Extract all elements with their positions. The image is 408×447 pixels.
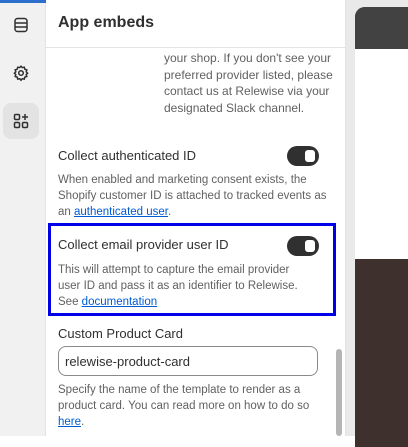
app-embeds-button[interactable]	[3, 103, 39, 139]
product-card-description: Specify the name of the template to rend…	[58, 382, 328, 430]
sections-icon	[14, 17, 28, 33]
auth-id-toggle[interactable]	[287, 146, 319, 166]
store-preview	[346, 0, 408, 447]
panel-scrollbar[interactable]	[336, 349, 342, 436]
app-embeds-panel: App embeds your shop. If you don't see y…	[46, 0, 346, 436]
preview-banner	[355, 259, 408, 447]
here-link[interactable]: here	[58, 416, 81, 428]
auth-id-desc-end: .	[168, 206, 172, 218]
sections-button[interactable]	[3, 7, 39, 43]
theme-settings-button[interactable]	[3, 55, 39, 91]
apps-icon	[13, 113, 29, 129]
panel-header-divider	[46, 47, 345, 48]
product-card-desc-end: .	[81, 416, 85, 428]
product-card-label: Custom Product Card	[58, 326, 183, 341]
product-card-input[interactable]	[58, 346, 318, 376]
highlight-box	[48, 223, 336, 316]
preview-content	[355, 49, 408, 259]
gear-icon	[13, 65, 29, 82]
editor-sidebar-rail	[0, 0, 46, 436]
authenticated-user-link[interactable]: authenticated user	[74, 206, 168, 218]
auth-id-description: When enabled and marketing consent exist…	[58, 172, 328, 220]
product-card-desc-text: Specify the name of the template to rend…	[58, 384, 310, 412]
rail-top-accent	[0, 0, 46, 3]
preview-frame[interactable]	[355, 7, 408, 447]
provider-help-text: your shop. If you don't see your preferr…	[164, 51, 333, 115]
toggle-knob	[305, 150, 315, 162]
panel-title: App embeds	[58, 14, 155, 31]
auth-id-label: Collect authenticated ID	[58, 148, 197, 163]
preview-header	[355, 7, 408, 49]
